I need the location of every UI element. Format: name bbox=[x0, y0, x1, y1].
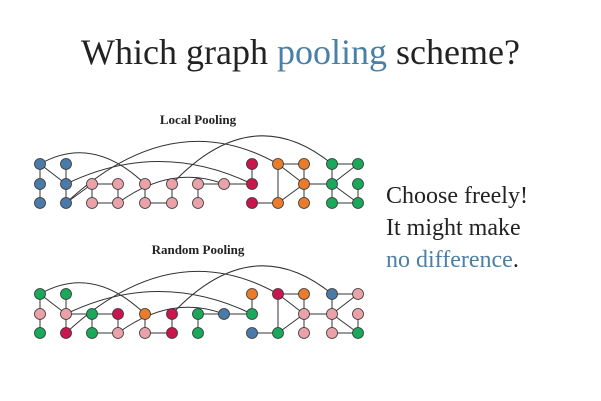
graph-node bbox=[246, 158, 258, 170]
graph-node bbox=[246, 327, 258, 339]
graph-node bbox=[272, 288, 284, 300]
graph-node bbox=[60, 178, 72, 190]
graph-node bbox=[192, 327, 204, 339]
graph-node bbox=[326, 197, 338, 209]
local-pooling-graph bbox=[34, 135, 364, 209]
graph-node bbox=[139, 308, 151, 320]
graph-node bbox=[139, 197, 151, 209]
graph-node bbox=[86, 308, 98, 320]
graph-node bbox=[166, 178, 178, 190]
graph-node bbox=[326, 327, 338, 339]
graph-node bbox=[326, 178, 338, 190]
side-text: Choose freely! It might make no differen… bbox=[386, 180, 528, 276]
graph-node bbox=[139, 178, 151, 190]
graph-node bbox=[112, 327, 124, 339]
graph-node bbox=[246, 308, 258, 320]
graph-node bbox=[326, 288, 338, 300]
side-period: . bbox=[512, 247, 519, 273]
graph-node bbox=[166, 197, 178, 209]
graph-node bbox=[34, 288, 46, 300]
graph-node bbox=[60, 197, 72, 209]
graph-node bbox=[112, 178, 124, 190]
graph-node bbox=[352, 197, 364, 209]
graph-node bbox=[352, 178, 364, 190]
graph-node bbox=[352, 327, 364, 339]
graph-node bbox=[352, 158, 364, 170]
side-line-3: no difference. bbox=[386, 244, 528, 276]
graph-node bbox=[60, 327, 72, 339]
graph-node bbox=[298, 178, 310, 190]
graph-node bbox=[326, 308, 338, 320]
graph-node bbox=[34, 197, 46, 209]
graph-node bbox=[166, 327, 178, 339]
graph-node bbox=[298, 158, 310, 170]
graph-node bbox=[192, 308, 204, 320]
graph-node bbox=[86, 178, 98, 190]
graph-node bbox=[112, 308, 124, 320]
graph-node bbox=[352, 308, 364, 320]
graph-node bbox=[298, 327, 310, 339]
graph-node bbox=[218, 178, 230, 190]
graph-node bbox=[86, 327, 98, 339]
graph-node bbox=[272, 327, 284, 339]
side-highlight: no difference bbox=[386, 247, 513, 273]
graph-node bbox=[298, 197, 310, 209]
graph-node bbox=[298, 308, 310, 320]
graph-node bbox=[34, 178, 46, 190]
graph-node bbox=[166, 308, 178, 320]
graph-node bbox=[246, 178, 258, 190]
side-line-2: It might make bbox=[386, 215, 521, 241]
graph-node bbox=[326, 158, 338, 170]
graph-node bbox=[298, 288, 310, 300]
graph-node bbox=[112, 197, 124, 209]
graph-node bbox=[272, 197, 284, 209]
graph-node bbox=[218, 308, 230, 320]
graph-node bbox=[192, 178, 204, 190]
graph-node bbox=[352, 288, 364, 300]
edges bbox=[39, 265, 359, 334]
graph-node bbox=[60, 308, 72, 320]
graph-node bbox=[60, 158, 72, 170]
graph-node bbox=[60, 288, 72, 300]
graph-node bbox=[192, 197, 204, 209]
side-line-1: Choose freely! bbox=[386, 183, 528, 209]
random-pooling-graph bbox=[34, 265, 364, 339]
edges bbox=[39, 135, 359, 204]
graph-node bbox=[139, 327, 151, 339]
graph-node bbox=[86, 197, 98, 209]
graph-node bbox=[272, 158, 284, 170]
graph-node bbox=[246, 197, 258, 209]
graph-node bbox=[246, 288, 258, 300]
graph-node bbox=[34, 308, 46, 320]
graph-node bbox=[34, 327, 46, 339]
graph-node bbox=[34, 158, 46, 170]
